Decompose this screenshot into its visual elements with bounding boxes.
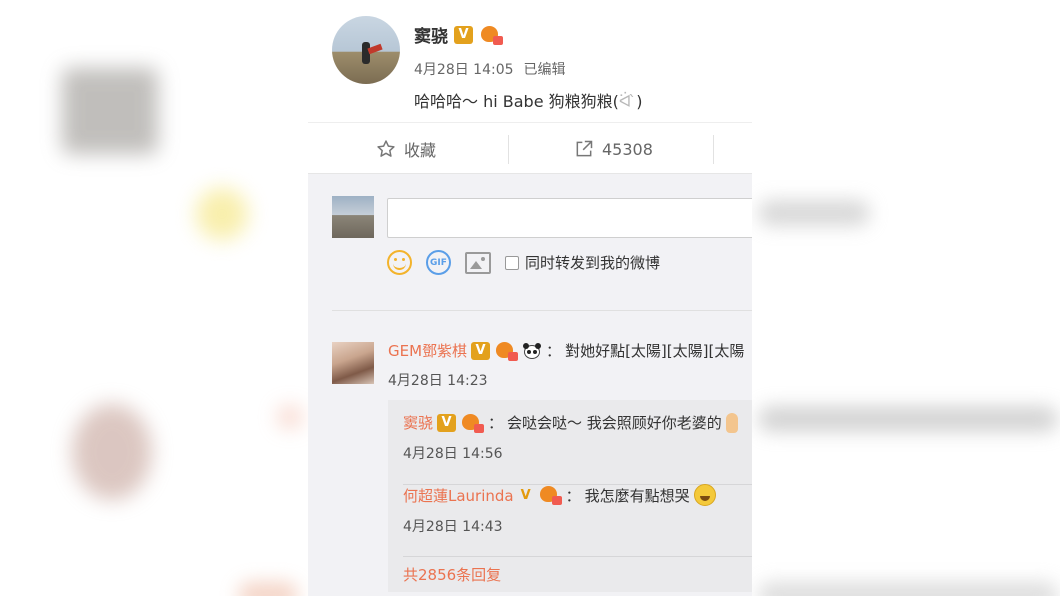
- reply-time[interactable]: 4月28日 14:43: [403, 516, 752, 536]
- comment-line: GEM鄧紫棋 V ： 對她好點[太陽][太陽][太陽: [388, 340, 744, 361]
- favorite-button[interactable]: 收藏: [376, 123, 436, 175]
- verified-badge-icon[interactable]: V: [437, 413, 457, 432]
- reply-user[interactable]: 窦骁: [403, 412, 433, 433]
- vip-heart-icon[interactable]: [479, 25, 503, 45]
- blurred-background-text: [758, 200, 870, 226]
- victory-hand-icon: [725, 412, 738, 433]
- blurred-background-dot: [278, 406, 302, 428]
- composer-toolbar: GIF 同时转发到我的微博: [387, 250, 660, 275]
- reply-item: 窦骁 V ： 会哒会哒～ 我会照顾好你老婆的 4月28日 14:56: [403, 412, 752, 463]
- post-content-emoticon: ᐛ ̀: [618, 92, 637, 111]
- action-divider: [713, 135, 714, 164]
- blurred-background-text: [238, 582, 298, 596]
- vip-heart-icon[interactable]: [494, 341, 519, 361]
- replies-box: 窦骁 V ： 会哒会哒～ 我会照顾好你老婆的 4月28日 14:56 何超蓮La…: [388, 400, 752, 592]
- forward-button[interactable]: 45308: [574, 123, 653, 175]
- blurred-background-text: [758, 582, 1058, 596]
- verified-badge-icon[interactable]: V: [518, 486, 534, 504]
- commenter-name[interactable]: GEM鄧紫棋: [388, 340, 467, 361]
- vip-heart-icon[interactable]: [460, 413, 485, 433]
- repost-checkbox[interactable]: [505, 255, 519, 270]
- post-content-close: ): [636, 92, 643, 111]
- star-outline-icon: [377, 140, 395, 157]
- author-name-row: 窦骁 V: [414, 22, 503, 47]
- current-user-avatar[interactable]: [332, 196, 374, 238]
- action-divider: [508, 135, 509, 164]
- post-content: 哈哈哈～ hi Babe 狗粮狗粮(ᐛ ̀): [414, 88, 643, 112]
- reply-separator: ：: [565, 486, 581, 505]
- comment-text: 對她好點[太陽][太陽][太陽: [565, 342, 745, 360]
- view-all-replies-link[interactable]: 共2856条回复: [403, 564, 501, 585]
- reply-user[interactable]: 何超蓮Laurinda: [403, 485, 514, 506]
- reply-text: 会哒会哒～ 我会照顾好你老婆的: [507, 414, 722, 432]
- commenter-avatar[interactable]: [332, 342, 374, 384]
- forward-count: 45308: [602, 139, 653, 159]
- crying-laugh-icon: [693, 484, 716, 506]
- post-timestamp[interactable]: 4月28日 14:05: [414, 59, 514, 79]
- blurred-background-text: [758, 406, 1058, 432]
- post-action-bar: 收藏 45308: [308, 122, 752, 174]
- verified-badge-icon[interactable]: V: [454, 25, 473, 44]
- post-header: 窦骁 V 4月28日 14:05 已编辑 哈哈哈～ hi Babe 狗粮狗粮(ᐛ…: [308, 0, 752, 122]
- favorite-label: 收藏: [404, 141, 437, 160]
- repost-checkbox-label: 同时转发到我的微博: [525, 254, 661, 272]
- share-arrow-icon: [576, 140, 593, 157]
- comment-section: GIF 同时转发到我的微博 GEM鄧紫棋 V ： 對她好點[太陽][太陽][太陽…: [308, 174, 752, 596]
- reply-divider: [403, 556, 752, 557]
- edited-label[interactable]: 已编辑: [524, 59, 566, 79]
- image-icon[interactable]: [465, 251, 491, 274]
- reply-line: 何超蓮Laurinda V ： 我怎麼有點想哭: [403, 484, 752, 506]
- smiley-icon[interactable]: [387, 250, 412, 275]
- comment-separator: ：: [546, 342, 562, 360]
- reply-line: 窦骁 V ： 会哒会哒～ 我会照顾好你老婆的: [403, 412, 752, 433]
- reply-text: 我怎麼有點想哭: [584, 486, 690, 505]
- comment-input[interactable]: [387, 198, 752, 238]
- blurred-background-avatar: [72, 404, 152, 500]
- author-avatar[interactable]: [332, 16, 400, 84]
- divider: [332, 310, 752, 311]
- reply-separator: ：: [488, 414, 504, 432]
- verified-badge-icon[interactable]: V: [471, 341, 491, 360]
- author-name[interactable]: 窦骁: [414, 22, 448, 47]
- blurred-background-photo: [62, 68, 158, 154]
- panda-icon[interactable]: [522, 342, 542, 360]
- post-content-text: 哈哈哈～ hi Babe 狗粮狗粮(: [414, 92, 619, 111]
- reply-time[interactable]: 4月28日 14:56: [403, 443, 752, 463]
- post-meta: 4月28日 14:05 已编辑: [414, 59, 566, 79]
- weibo-post-card: 窦骁 V 4月28日 14:05 已编辑 哈哈哈～ hi Babe 狗粮狗粮(ᐛ…: [308, 0, 752, 596]
- reply-item: 何超蓮Laurinda V ： 我怎麼有點想哭 4月28日 14:43: [403, 484, 752, 536]
- repost-option[interactable]: 同时转发到我的微博: [505, 252, 660, 273]
- vip-heart-icon[interactable]: [538, 485, 562, 505]
- comment-time[interactable]: 4月28日 14:23: [388, 370, 488, 390]
- blurred-background-icon: [196, 188, 248, 240]
- gif-icon[interactable]: GIF: [426, 250, 451, 275]
